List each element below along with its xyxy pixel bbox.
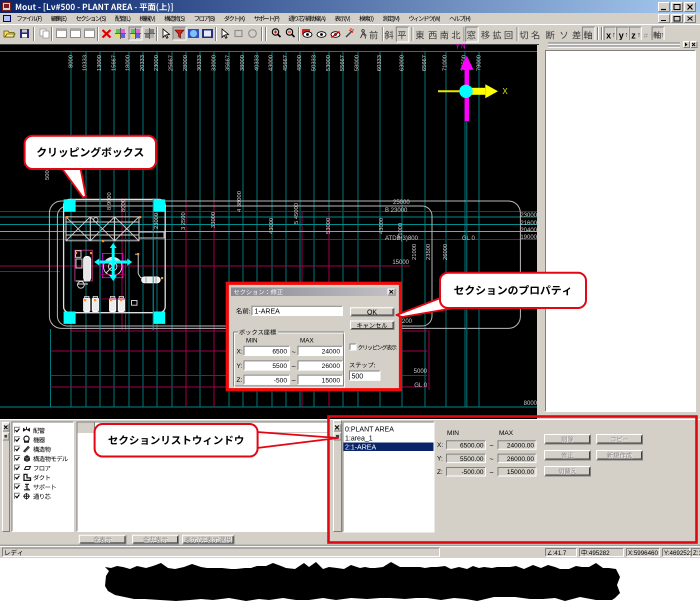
svg-text:23000: 23000 xyxy=(154,55,160,71)
svg-text:X:: X: xyxy=(437,442,443,449)
svg-text:OK: OK xyxy=(367,309,377,316)
svg-text:~: ~ xyxy=(490,457,494,464)
svg-text:35667: 35667 xyxy=(226,55,232,71)
svg-text:z: z xyxy=(631,31,636,41)
svg-text:43000: 43000 xyxy=(269,218,275,234)
svg-text:13000: 13000 xyxy=(97,55,103,71)
svg-text:23000: 23000 xyxy=(520,213,537,219)
svg-text:Y:: Y: xyxy=(237,363,243,370)
svg-text:8000: 8000 xyxy=(524,401,538,407)
svg-text:~: ~ xyxy=(292,347,297,356)
svg-text:45667: 45667 xyxy=(283,55,289,71)
svg-text:33000: 33000 xyxy=(211,55,217,71)
svg-text:MIN: MIN xyxy=(246,338,258,345)
svg-text:2:1-AREA: 2:1-AREA xyxy=(345,445,376,452)
svg-text:MIN: MIN xyxy=(447,430,459,437)
svg-text:26000: 26000 xyxy=(322,363,341,370)
svg-text:38000: 38000 xyxy=(240,55,246,71)
svg-text:15667: 15667 xyxy=(111,55,117,71)
svg-text:21600: 21600 xyxy=(520,221,537,227)
svg-text:43000: 43000 xyxy=(269,55,275,71)
svg-text:5500: 5500 xyxy=(272,363,287,370)
svg-text:15000: 15000 xyxy=(392,260,409,266)
svg-text:B 23000: B 23000 xyxy=(385,208,408,214)
svg-text:1-AREA: 1-AREA xyxy=(255,309,281,316)
svg-text:3 2500: 3 2500 xyxy=(181,212,187,230)
svg-text:8000: 8000 xyxy=(68,55,74,68)
svg-text:~: ~ xyxy=(490,470,494,477)
svg-text:Y:: Y: xyxy=(437,456,443,463)
svg-text:0:PLANT AREA: 0:PLANT AREA xyxy=(345,427,394,434)
svg-text:∠:41.7: ∠:41.7 xyxy=(547,550,567,557)
svg-text:500: 500 xyxy=(352,373,364,380)
svg-text:43000: 43000 xyxy=(379,218,385,234)
svg-text:1:area_1: 1:area_1 xyxy=(345,436,373,443)
svg-text:MAX: MAX xyxy=(300,338,314,345)
svg-text:y: y xyxy=(619,31,624,41)
svg-text:26000.00: 26000.00 xyxy=(507,456,534,463)
svg-text:↑: ↑ xyxy=(661,32,665,39)
svg-text:↑: ↑ xyxy=(625,32,629,39)
svg-text:20400: 20400 xyxy=(520,228,537,234)
svg-text:Y:4692523: Y:4692523 xyxy=(664,550,694,557)
svg-text:79000: 79000 xyxy=(476,55,482,71)
svg-text:18000: 18000 xyxy=(126,55,132,71)
svg-text:23000: 23000 xyxy=(154,213,160,229)
svg-text:~: ~ xyxy=(292,376,297,385)
svg-text:26000: 26000 xyxy=(443,244,449,260)
svg-text:x: x xyxy=(606,31,611,41)
svg-text:~: ~ xyxy=(490,443,494,450)
svg-text:Z:1500.00: Z:1500.00 xyxy=(693,550,700,557)
svg-text:↑: ↑ xyxy=(612,32,616,39)
svg-text:58000: 58000 xyxy=(355,55,361,71)
svg-text:24000.00: 24000.00 xyxy=(507,442,534,449)
svg-text:MAX: MAX xyxy=(499,430,514,437)
svg-text:53000: 53000 xyxy=(326,218,332,234)
svg-text:X:: X: xyxy=(237,348,243,355)
svg-text:40333: 40333 xyxy=(254,55,260,71)
svg-text:15000.00: 15000.00 xyxy=(507,469,534,476)
svg-text:30333: 30333 xyxy=(197,55,203,71)
svg-text:50333: 50333 xyxy=(312,55,318,71)
svg-text:19000: 19000 xyxy=(520,235,537,241)
svg-text:Z:: Z: xyxy=(437,469,443,476)
svg-text:GL 0: GL 0 xyxy=(462,236,475,242)
svg-text:20333: 20333 xyxy=(140,55,146,71)
svg-text:ATDB(3)800: ATDB(3)800 xyxy=(385,236,419,242)
svg-text:5500.00: 5500.00 xyxy=(460,456,484,463)
svg-text:中:495282: 中:495282 xyxy=(581,549,610,557)
svg-text:X:5996460: X:5996460 xyxy=(628,550,658,557)
svg-text:GL 0: GL 0 xyxy=(414,383,427,389)
svg-text:6500.00: 6500.00 xyxy=(460,442,484,449)
svg-text:-500.00: -500.00 xyxy=(461,469,483,476)
svg-text:Z:: Z: xyxy=(237,377,243,384)
svg-text:33000: 33000 xyxy=(211,212,217,228)
svg-text:4 38000: 4 38000 xyxy=(237,191,243,212)
svg-text:21000: 21000 xyxy=(412,244,418,260)
svg-text:↑: ↑ xyxy=(637,32,641,39)
svg-text:15000: 15000 xyxy=(322,377,341,384)
svg-text:60333: 60333 xyxy=(377,55,383,71)
svg-text:25667: 25667 xyxy=(169,55,175,71)
svg-text:5000: 5000 xyxy=(414,369,428,375)
svg-text:63000: 63000 xyxy=(400,55,406,71)
svg-text:23500: 23500 xyxy=(426,244,432,260)
svg-text:28000: 28000 xyxy=(183,55,189,71)
svg-text:55667: 55667 xyxy=(340,55,346,71)
svg-text:71000: 71000 xyxy=(443,55,449,71)
svg-text:-500: -500 xyxy=(274,377,288,384)
svg-text:6500: 6500 xyxy=(272,349,287,356)
svg-text:X: X xyxy=(502,87,508,96)
svg-text:~: ~ xyxy=(292,362,297,371)
svg-text:10333: 10333 xyxy=(83,55,89,71)
svg-text:65667: 65667 xyxy=(422,55,428,71)
svg-text:53000: 53000 xyxy=(326,55,332,71)
svg-text:24000: 24000 xyxy=(322,349,341,356)
svg-text:48000: 48000 xyxy=(297,55,303,71)
